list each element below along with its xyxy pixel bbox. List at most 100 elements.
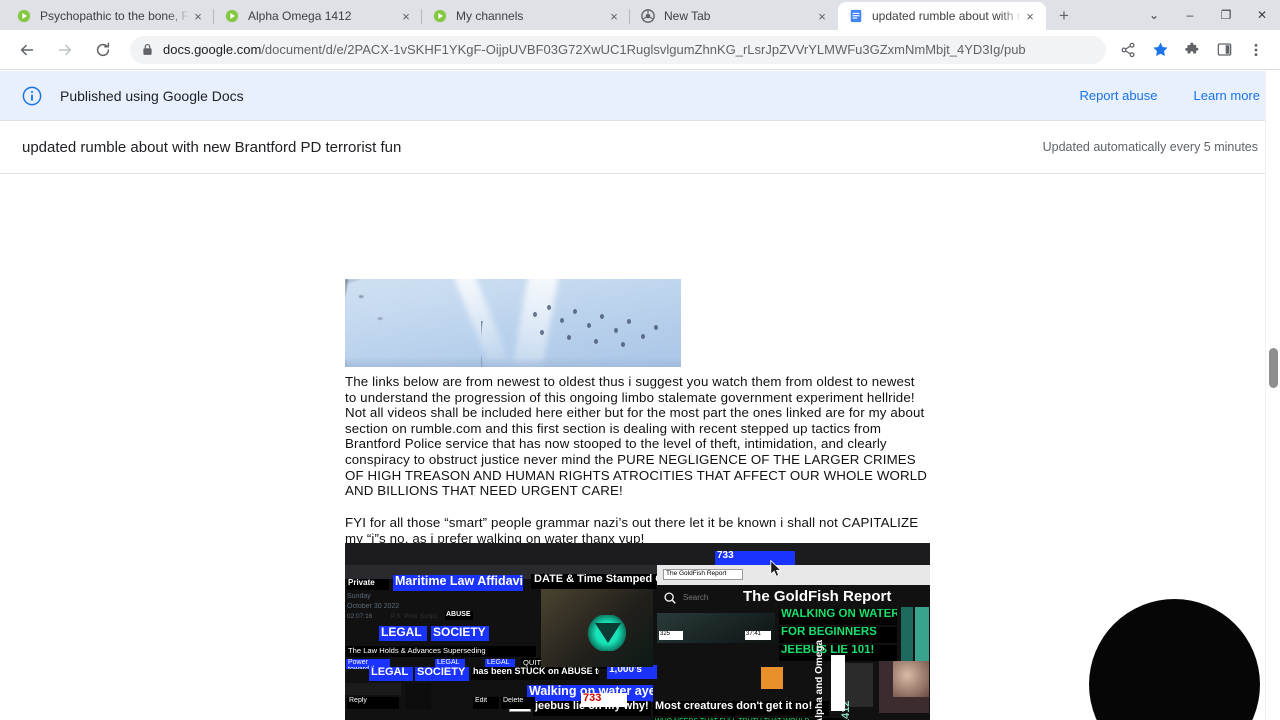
collage-label-for-beginners: FOR BEGINNERS	[779, 627, 897, 643]
rumble-icon	[432, 8, 448, 24]
collage-label-delete: Delete	[501, 697, 535, 709]
learn-more-link[interactable]: Learn more	[1194, 88, 1260, 103]
collage-goldfish-title: The GoldFish Report	[743, 588, 892, 605]
collage-label-alpha-omega: Alpha and Omega	[815, 639, 825, 720]
lock-icon	[142, 43, 153, 56]
collage-goldfish-thumb: 325 37:41	[657, 613, 775, 643]
collage-search-placeholder: Search	[683, 593, 709, 602]
bookmark-star-icon[interactable]	[1147, 37, 1173, 63]
browser-tab-4[interactable]: New Tab ×	[630, 2, 838, 30]
collage-label-stuck-abuse: has been STUCK on ABUSE to	[471, 667, 599, 680]
page-title: updated rumble about with new Brantford …	[22, 138, 402, 156]
collage-video-thumb-1	[541, 589, 653, 667]
new-tab-button[interactable]: +	[1050, 2, 1078, 30]
close-window-button[interactable]: ✕	[1244, 0, 1280, 30]
collage-label-private: Private	[347, 579, 389, 590]
collage-label-most-creatures: Most creatures don't get it no!	[653, 701, 829, 716]
browser-tab-1[interactable]: Psychopathic to the bone, Fed ×	[6, 2, 214, 30]
tab-close-button[interactable]: ×	[606, 8, 622, 24]
image-horizon-band	[345, 357, 681, 367]
collage-label-gf-line3: This Winter	[657, 667, 695, 676]
collage-label-sunday: Sunday	[347, 593, 371, 600]
rumble-icon	[16, 8, 32, 24]
report-abuse-link[interactable]: Report abuse	[1079, 88, 1157, 103]
collage-label-reply: Reply	[347, 697, 399, 709]
collage-label-thousand-years: 1,000's	[607, 665, 657, 679]
browser-tab-5-active[interactable]: updated rumble about with ne ×	[838, 2, 1046, 30]
browser-tab-2[interactable]: Alpha Omega 1412 ×	[214, 2, 422, 30]
address-bar-url: docs.google.com/document/d/e/2PACX-1vSKH…	[163, 42, 1026, 57]
url-path: /document/d/e/2PACX-1vSKHF1YKgF-OijpUVBF…	[261, 42, 1026, 57]
tab-title: Alpha Omega 1412	[248, 9, 352, 23]
seed-pods	[345, 279, 681, 367]
reload-arrow-icon[interactable]	[89, 36, 117, 64]
tab-close-button[interactable]: ×	[1022, 8, 1038, 24]
window-controls: ⌄ – ❐ ✕	[1136, 0, 1280, 30]
tab-strip: Psychopathic to the bone, Fed × Alpha Om…	[0, 0, 1280, 30]
tab-close-button[interactable]: ×	[814, 8, 830, 24]
chrome-menu-icon[interactable]	[1243, 37, 1269, 63]
info-icon	[20, 84, 44, 108]
forward-arrow-icon[interactable]	[51, 36, 79, 64]
browser-window: Psychopathic to the bone, Fed × Alpha Om…	[0, 0, 1280, 720]
tab-list-chevron-icon[interactable]: ⌄	[1136, 0, 1172, 30]
minimize-button[interactable]: –	[1172, 0, 1208, 30]
tab-close-button[interactable]: ×	[190, 8, 206, 24]
tab-close-button[interactable]: ×	[398, 8, 414, 24]
extensions-puzzle-icon[interactable]	[1179, 37, 1205, 63]
share-icon[interactable]	[1115, 37, 1141, 63]
collage-label-gf-no: The GoldFish Report No. 934-	[657, 647, 756, 656]
collage-label-the-2: The	[346, 669, 366, 680]
collage-label-gf-line2: Roughing It: Staying Warm	[657, 657, 746, 666]
vertical-scroll-thumb[interactable]	[1269, 348, 1278, 388]
collage-label-october: October 30 2022	[347, 603, 400, 610]
collage-view-count: 325	[659, 631, 683, 640]
winter-sky-image	[345, 279, 681, 367]
collage-label-toward: toward the	[393, 660, 426, 667]
collage-label-who: who	[469, 660, 482, 667]
collage-label-society-1: SOCIETY	[431, 626, 489, 641]
google-docs-icon	[848, 8, 864, 24]
mouse-pointer	[770, 559, 782, 578]
vertical-scrollbar[interactable]	[1265, 71, 1280, 720]
rumble-icon	[224, 8, 240, 24]
tab-title: My channels	[456, 9, 524, 23]
published-banner-text: Published using Google Docs	[60, 87, 244, 104]
tab-title: Psychopathic to the bone, Fed	[40, 9, 190, 23]
collage-label-timecode: 02:07:16	[347, 613, 373, 620]
collage-label-733: 733	[581, 693, 627, 707]
document-header: updated rumble about with new Brantford …	[0, 121, 1280, 174]
collage-label-ps: P.S. Prior Script:	[391, 613, 439, 620]
collage-browser-tabs-strip: The GoldFish Report	[657, 565, 930, 585]
browser-tab-3[interactable]: My channels ×	[422, 2, 630, 30]
address-bar[interactable]: docs.google.com/document/d/e/2PACX-1vSKH…	[130, 35, 1106, 64]
collage-label-733-top: 733	[715, 551, 795, 565]
tab-title: updated rumble about with ne	[872, 9, 1022, 23]
url-domain: docs.google.com	[163, 42, 262, 57]
collage-label-legal-1: LEGAL	[379, 626, 427, 641]
document-paragraph-2: FYI for all those “smart” people grammar…	[345, 515, 919, 546]
collage-label-edit: Edit	[473, 697, 499, 709]
collage-label-walking-water: WALKING ON WATER	[779, 609, 897, 625]
collage-duration: 37:41	[745, 631, 771, 640]
maximize-button[interactable]: ❐	[1208, 0, 1244, 30]
page-viewport: Published using Google Docs Report abuse…	[0, 71, 1280, 720]
collage-label-society-2: SOCIETY	[415, 667, 469, 681]
collage-label-abuse: ABUSE	[445, 611, 473, 620]
published-banner: Published using Google Docs Report abuse…	[0, 71, 1280, 121]
side-panel-icon[interactable]	[1211, 37, 1237, 63]
tab-title: New Tab	[664, 9, 711, 23]
collage-label-the-1: The	[355, 629, 377, 641]
collage-browser-chrome	[345, 543, 930, 565]
collage-label-legal-4: LEGAL	[369, 667, 413, 681]
auto-update-note: Updated automatically every 5 minutes	[1042, 140, 1258, 154]
screenshot-collage-image: Private Maritime Law Affidavit DATE & Ti…	[345, 543, 930, 720]
back-arrow-icon[interactable]	[13, 36, 41, 64]
chrome-icon	[640, 8, 656, 24]
collage-label-maritime: Maritime Law Affidavit	[393, 575, 523, 591]
document-body: The links below are from newest to oldes…	[0, 174, 1280, 720]
collage-label-law-holds: The Law Holds & Advances Superseding	[346, 646, 536, 657]
collage-goldfish-tab: The GoldFish Report	[663, 569, 743, 580]
document-paragraph-1: The links below are from newest to oldes…	[345, 374, 927, 499]
browser-toolbar: docs.google.com/document/d/e/2PACX-1vSKH…	[0, 30, 1280, 70]
